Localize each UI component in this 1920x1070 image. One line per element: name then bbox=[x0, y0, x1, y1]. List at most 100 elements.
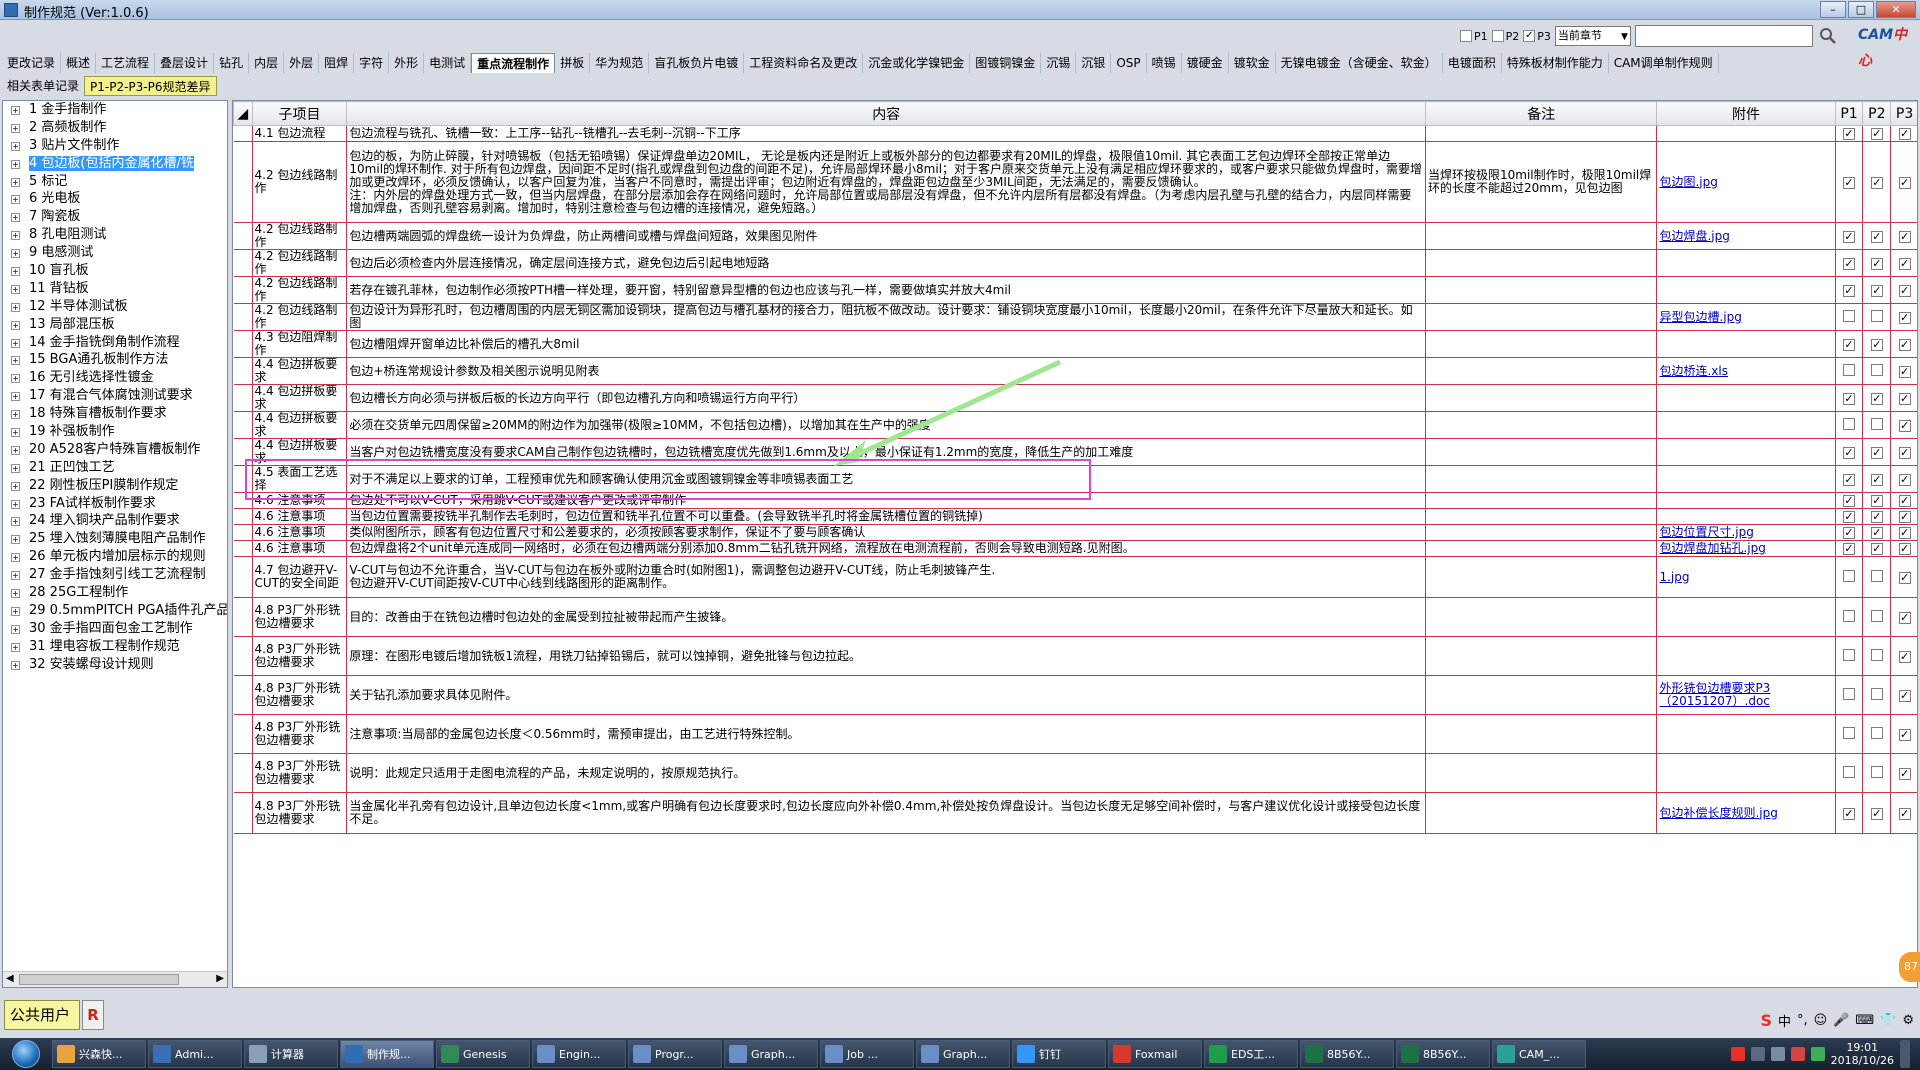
p1-checkbox[interactable] bbox=[1843, 807, 1856, 820]
p2-checkbox[interactable] bbox=[1870, 338, 1883, 351]
tab-main-10[interactable]: 电测试 bbox=[424, 53, 472, 73]
row-gutter[interactable] bbox=[233, 465, 253, 493]
maximize-button[interactable]: □ bbox=[1848, 1, 1874, 18]
p1-checkbox[interactable] bbox=[1843, 609, 1856, 622]
minimize-button[interactable]: – bbox=[1820, 1, 1846, 18]
table-row[interactable]: 4.4 包边拼板要求 当客户对包边铣槽宽度没有要求CAM自己制作包边铣槽时，包边铣… bbox=[233, 438, 1917, 466]
table-row[interactable]: 4.8 P3厂外形铣包边槽要求 当金属化半孔旁有包边设计,且单边包边长度<1mm,… bbox=[233, 792, 1917, 834]
tab-sub-1[interactable]: P1-P2-P3-P6规范差异 bbox=[84, 76, 217, 96]
taskbar-item[interactable]: Progr... bbox=[628, 1040, 722, 1068]
row-gutter[interactable] bbox=[233, 384, 253, 412]
tree-item[interactable]: +8 孔电阻测试 bbox=[3, 226, 227, 244]
p3-checkbox[interactable] bbox=[1898, 527, 1911, 539]
table-row[interactable]: 4.6 注意事项 类似附图所示，顾客有包边位置尺寸和公差要求的，必须按顾客要求制作… bbox=[233, 524, 1917, 541]
p3-checkbox[interactable] bbox=[1898, 230, 1911, 243]
tree-item[interactable]: +25 埋入蚀刻薄膜电阻产品制作 bbox=[3, 530, 227, 548]
tab-main-19[interactable]: 沉银 bbox=[1076, 53, 1112, 73]
tree-item[interactable]: +28 25G工程制作 bbox=[3, 584, 227, 602]
p2-checkbox[interactable] bbox=[1870, 495, 1883, 507]
row-gutter[interactable] bbox=[233, 753, 253, 793]
p3-checkbox[interactable] bbox=[1898, 807, 1911, 820]
tree-item[interactable]: +17 有混合气体腐蚀测试要求 bbox=[3, 387, 227, 405]
tree-item[interactable]: +26 单元板内增加层标示的规则 bbox=[3, 548, 227, 566]
attachment-link[interactable]: 包边焊盘.jpg bbox=[1659, 229, 1729, 243]
tree-item[interactable]: +22 刚性板压PI膜制作规定 bbox=[3, 477, 227, 495]
p3-checkbox[interactable] bbox=[1898, 257, 1911, 270]
p3-checkbox[interactable] bbox=[1898, 728, 1911, 741]
tree-item[interactable]: +24 埋入铜块产品制作要求 bbox=[3, 512, 227, 530]
tree-item[interactable]: +5 标记 bbox=[3, 173, 227, 191]
p2-checkbox[interactable] bbox=[1870, 257, 1883, 270]
p1-checkbox[interactable] bbox=[1843, 648, 1856, 661]
tree-item[interactable]: +7 陶瓷板 bbox=[3, 208, 227, 226]
filter-p1[interactable]: P1 bbox=[1460, 30, 1488, 43]
p2-checkbox[interactable] bbox=[1870, 473, 1883, 486]
expand-icon[interactable]: + bbox=[11, 141, 20, 151]
table-row[interactable]: 4.6 注意事项 当包边位置需要按铣半孔制作去毛刺时，包边位置和铣半孔位置不可以重… bbox=[233, 508, 1917, 525]
ime-settings-icon[interactable]: ⚙ bbox=[1902, 1013, 1914, 1028]
tab-main-11[interactable]: 重点流程制作 bbox=[471, 53, 556, 73]
tree-item[interactable]: +27 金手指蚀刻引线工艺流程制 bbox=[3, 566, 227, 584]
tab-main-3[interactable]: 叠层设计 bbox=[155, 53, 215, 73]
row-gutter[interactable] bbox=[233, 222, 253, 250]
tray-network-icon[interactable] bbox=[1810, 1047, 1825, 1061]
close-button[interactable]: ✕ bbox=[1876, 1, 1916, 18]
table-row[interactable]: 4.2 包边线路制作 若存在镀孔菲林，包边制作必须按PTH槽一样处理，要开窗，特别… bbox=[233, 276, 1917, 304]
expand-icon[interactable]: + bbox=[11, 249, 20, 259]
table-row[interactable]: 4.1 包边流程 包边流程与铣孔、铣槽一致：上工序--钻孔--铣槽孔--去毛刺--… bbox=[233, 125, 1917, 142]
expand-icon[interactable]: + bbox=[11, 356, 20, 366]
p1-checkbox[interactable] bbox=[1843, 284, 1856, 297]
p2-checkbox[interactable] bbox=[1870, 648, 1883, 661]
tree-item[interactable]: +18 特殊盲槽板制作要求 bbox=[3, 405, 227, 423]
expand-icon[interactable]: + bbox=[11, 642, 20, 652]
row-gutter[interactable] bbox=[233, 249, 253, 277]
table-row[interactable]: 4.8 P3厂外形铣包边槽要求 目的：改善由于在铣包边槽时包边处的金属受到拉扯被带… bbox=[233, 597, 1917, 637]
row-gutter[interactable] bbox=[233, 508, 253, 525]
tab-main-9[interactable]: 外形 bbox=[389, 53, 425, 73]
p1-checkbox[interactable] bbox=[1843, 338, 1856, 351]
tab-main-13[interactable]: 华为规范 bbox=[590, 53, 650, 73]
p1-checkbox[interactable] bbox=[1843, 176, 1856, 189]
expand-icon[interactable]: + bbox=[11, 410, 20, 420]
tree-item[interactable]: +15 BGA通孔板制作方法 bbox=[3, 351, 227, 369]
header-remark[interactable]: 备注 bbox=[1424, 101, 1658, 126]
p2-checkbox[interactable] bbox=[1870, 128, 1883, 140]
tree-item[interactable]: +14 金手指铣倒角制作流程 bbox=[3, 334, 227, 352]
header-corner[interactable]: ◢ bbox=[233, 101, 253, 126]
row-gutter[interactable] bbox=[233, 675, 253, 715]
scroll-right-icon[interactable]: ▶ bbox=[216, 973, 224, 984]
p3-checkbox[interactable] bbox=[1898, 419, 1911, 432]
tab-main-15[interactable]: 工程资料命名及更改 bbox=[744, 53, 864, 73]
tree-item[interactable]: +23 FA试样板制作要求 bbox=[3, 495, 227, 513]
taskbar-item[interactable]: Admi... bbox=[148, 1040, 242, 1068]
taskbar-item[interactable]: 8B56Y... bbox=[1396, 1040, 1490, 1068]
tab-main-18[interactable]: 沉锡 bbox=[1041, 53, 1077, 73]
attachment-link[interactable]: 包边位置尺寸.jpg bbox=[1659, 525, 1753, 539]
table-row[interactable]: 4.4 包边拼板要求 包边+桥连常规设计参数及相关图示说明见附表 包边桥连.xls bbox=[233, 357, 1917, 385]
taskbar-item[interactable]: 兴森快... bbox=[52, 1040, 146, 1068]
p3-checkbox[interactable] bbox=[1898, 128, 1911, 140]
taskbar-item[interactable]: 制作规... bbox=[340, 1040, 434, 1068]
taskbar-item[interactable]: Job ... bbox=[820, 1040, 914, 1068]
p1-checkbox[interactable] bbox=[1843, 309, 1856, 322]
p1-checkbox[interactable] bbox=[1843, 527, 1856, 539]
tree-item[interactable]: +1 金手指制作 bbox=[3, 101, 227, 119]
expand-icon[interactable]: + bbox=[11, 571, 20, 581]
expand-icon[interactable]: + bbox=[11, 213, 20, 223]
p3-checkbox[interactable] bbox=[1898, 446, 1911, 459]
p2-checkbox[interactable] bbox=[1870, 392, 1883, 405]
p2-checkbox[interactable] bbox=[1870, 363, 1883, 376]
ime-mode[interactable]: 中 bbox=[1778, 1011, 1791, 1030]
row-gutter[interactable] bbox=[233, 597, 253, 637]
p3-checkbox[interactable] bbox=[1898, 365, 1911, 378]
p1-checkbox[interactable] bbox=[1843, 569, 1856, 582]
p2-checkbox[interactable] bbox=[1870, 569, 1883, 582]
row-gutter[interactable] bbox=[233, 492, 253, 509]
expand-icon[interactable]: + bbox=[11, 392, 20, 402]
row-gutter[interactable] bbox=[233, 125, 253, 142]
taskbar-item[interactable]: 计算器 bbox=[244, 1040, 338, 1068]
tree-item[interactable]: +29 0.5mmPITCH PGA插件孔产品 bbox=[3, 602, 227, 620]
p2-checkbox[interactable] bbox=[1870, 511, 1883, 523]
tree-item[interactable]: +19 补强板制作 bbox=[3, 423, 227, 441]
p1-checkbox[interactable] bbox=[1843, 363, 1856, 376]
